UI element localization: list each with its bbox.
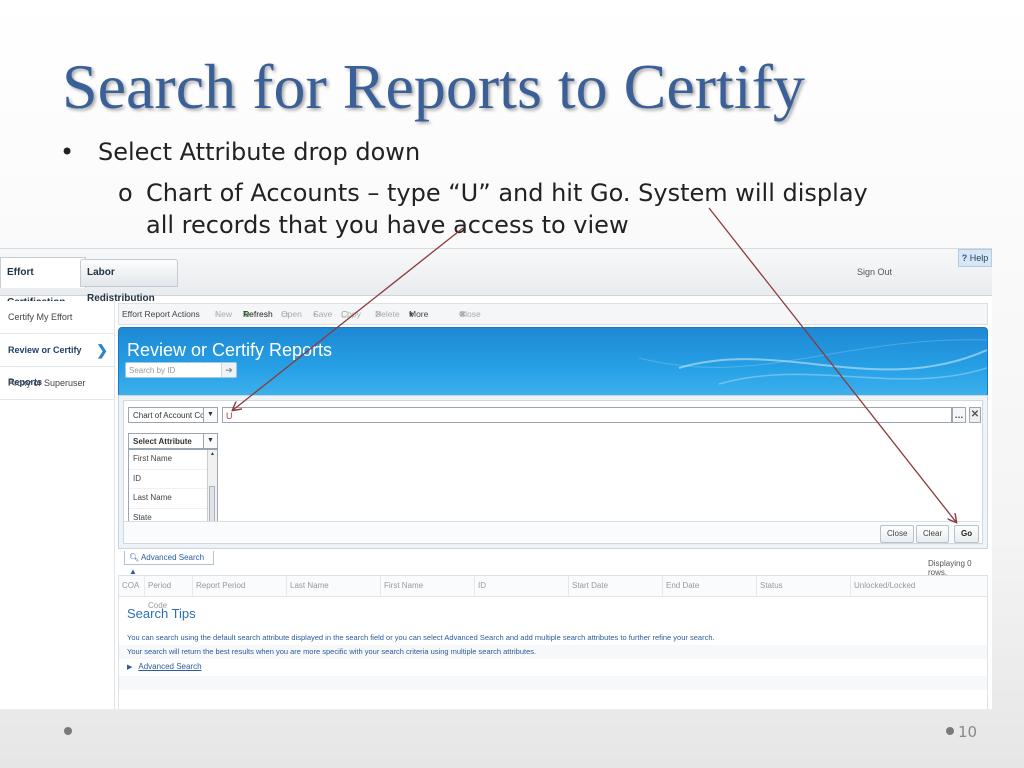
results-grid: COA Period Code Report Period Last Name … xyxy=(118,575,988,709)
triangle-right-icon: ▶ xyxy=(127,664,133,671)
banner-title: Review or Certify Reports xyxy=(127,340,333,360)
attribute-option-first-name[interactable]: First Name xyxy=(129,450,217,470)
search-icon: 🔍︎ xyxy=(129,553,140,562)
help-label: Help xyxy=(969,253,989,263)
advanced-search-link-label: Advanced Search xyxy=(138,662,202,671)
column-first-name[interactable]: First Name xyxy=(381,576,475,596)
sidebar-item-certify-my-effort[interactable]: Certify My Effort xyxy=(0,301,114,334)
attribute-select-value: Chart of Account Code xyxy=(133,411,214,420)
select-attribute-dropdown[interactable]: Select Attribute ▼ xyxy=(128,433,218,449)
column-end-date[interactable]: End Date xyxy=(663,576,757,596)
close-action-label: Close xyxy=(459,309,481,319)
column-status[interactable]: Status xyxy=(757,576,851,596)
go-button[interactable]: Go xyxy=(954,525,980,543)
chevron-right-icon: ❯ xyxy=(96,342,108,358)
search-tip: Your search will return the best results… xyxy=(119,645,987,659)
column-last-name[interactable]: Last Name xyxy=(287,576,381,596)
tab-labor-redistribution[interactable]: Labor Redistribution xyxy=(80,259,178,304)
dropdown-arrow-icon[interactable]: ▼ xyxy=(203,408,217,422)
clear-field-icon[interactable]: ✕ xyxy=(969,407,981,423)
sub-bullet-chart-of-accounts: o Chart of Accounts – type “U” and hit G… xyxy=(118,177,898,241)
advanced-search-toggle[interactable]: 🔍︎ Advanced Search ▲ xyxy=(124,551,214,576)
slide-title: Search for Reports to Certify xyxy=(62,51,805,122)
column-start-date[interactable]: Start Date xyxy=(569,576,663,596)
sidebar: Certify My Effort Review or Certify Repo… xyxy=(0,301,115,709)
refresh-label: Refresh xyxy=(243,309,273,319)
sign-out-link[interactable]: Sign Out xyxy=(857,267,892,277)
top-bar: Effort Certification Labor Redistributio… xyxy=(0,249,992,308)
list-item xyxy=(119,676,987,690)
actions-label: Effort Report Actions xyxy=(122,309,200,319)
column-period-code[interactable]: Period Code xyxy=(145,576,193,610)
open-label: Open xyxy=(281,309,302,319)
copy-label: Copy xyxy=(341,309,361,319)
bullet-dot: • xyxy=(60,138,75,166)
caret-down-icon: ▾ xyxy=(409,309,414,319)
attribute-option-id[interactable]: ID xyxy=(129,470,217,490)
bullet-select-attribute: • Select Attribute drop down xyxy=(60,138,420,166)
search-panel: Chart of Account Code ▼ U … ✕ Select Att… xyxy=(118,395,988,549)
sidebar-item-proxy-superuser[interactable]: Proxy or Superuser xyxy=(0,367,114,400)
search-tip: You can search using the default search … xyxy=(127,633,715,642)
new-label: New xyxy=(215,309,233,319)
sub-bullet-marker: o xyxy=(118,179,133,207)
footer-dot xyxy=(64,727,72,735)
sub-bullet-text: Chart of Accounts – type “U” and hit Go.… xyxy=(146,179,868,239)
tab-effort-certification[interactable]: Effort Certification xyxy=(0,257,86,308)
search-panel-footer: Close Clear Go xyxy=(124,521,980,543)
scroll-up-icon[interactable]: ▲ xyxy=(208,450,217,459)
ellipsis-button[interactable]: … xyxy=(952,407,966,423)
review-banner: Review or Certify Reports Search by ID ➔ xyxy=(118,327,988,405)
close-button[interactable]: Close xyxy=(880,525,915,543)
arrow-right-icon[interactable]: ➔ xyxy=(221,363,236,377)
scroll-thumb[interactable] xyxy=(209,486,215,526)
clear-button[interactable]: Clear xyxy=(916,525,950,543)
help-button[interactable]: ? Help xyxy=(958,249,992,267)
delete-label: Delete xyxy=(375,309,400,319)
search-by-id-input[interactable]: Search by ID ➔ xyxy=(125,362,237,378)
bullet-text: Select Attribute drop down xyxy=(98,138,421,166)
attribute-select[interactable]: Chart of Account Code ▼ xyxy=(128,407,218,423)
search-panel-inner: Chart of Account Code ▼ U … ✕ Select Att… xyxy=(123,400,983,548)
search-value-input[interactable]: U xyxy=(222,407,952,423)
search-by-id-placeholder: Search by ID xyxy=(129,366,176,375)
help-icon: ? xyxy=(961,253,968,263)
save-label: Save xyxy=(313,309,333,319)
dropdown-arrow-icon[interactable]: ▼ xyxy=(203,434,217,448)
column-unlocked-locked[interactable]: Unlocked/Locked xyxy=(851,576,987,596)
advanced-search-label: Advanced Search xyxy=(140,553,205,562)
column-report-period[interactable]: Report Period xyxy=(193,576,287,596)
column-coa[interactable]: COA xyxy=(119,576,145,596)
sidebar-item-review-or-certify[interactable]: Review or Certify Reports ❯ xyxy=(0,334,114,387)
column-id[interactable]: ID xyxy=(475,576,569,596)
search-tips-title: Search Tips xyxy=(127,606,196,621)
footer-dot xyxy=(946,727,954,735)
app-window: Effort Certification Labor Redistributio… xyxy=(0,248,992,709)
advanced-search-link[interactable]: ▶ Advanced Search xyxy=(127,662,202,671)
results-header: COA Period Code Report Period Last Name … xyxy=(119,576,987,610)
page-number: 10 xyxy=(958,723,978,741)
select-attribute-label: Select Attribute xyxy=(133,437,192,446)
action-toolbar: Effort Report Actions ▫ New ↻ Refresh ▭ O… xyxy=(118,303,988,339)
attribute-option-last-name[interactable]: Last Name xyxy=(129,489,217,509)
